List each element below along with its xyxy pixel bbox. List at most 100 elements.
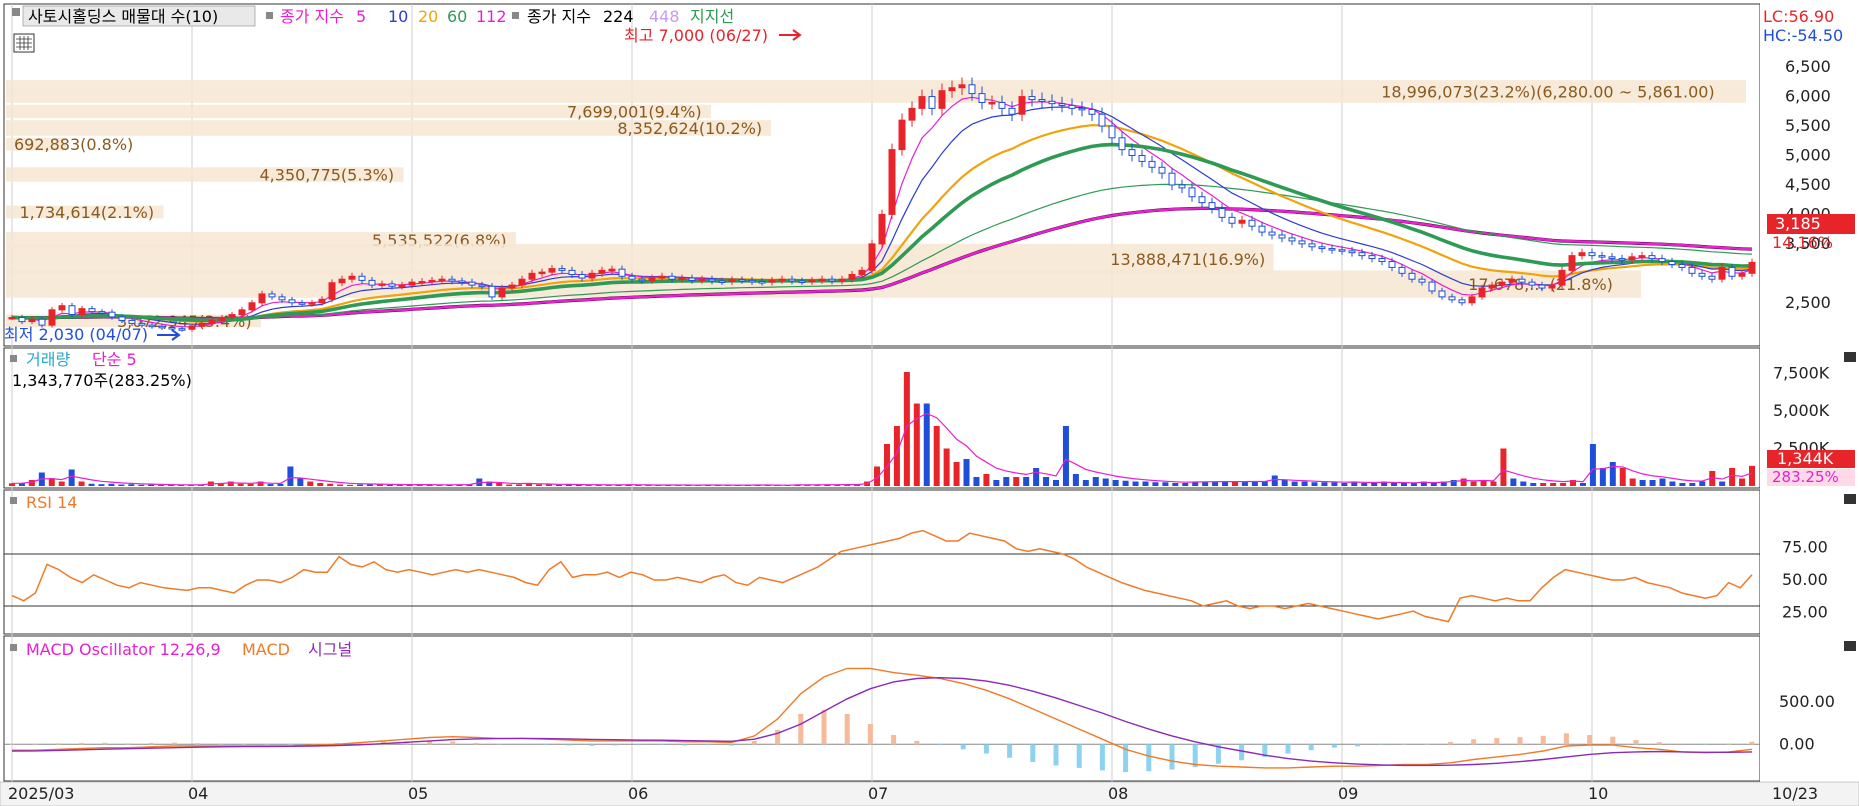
candle-body bbox=[1628, 256, 1636, 261]
candle-body bbox=[748, 279, 756, 283]
candle-body bbox=[1148, 160, 1156, 168]
x-tick-label: 07 bbox=[868, 784, 888, 803]
macd-histogram-bar bbox=[1331, 744, 1337, 748]
legend-ma224: 224 bbox=[603, 7, 634, 26]
candle-body bbox=[288, 299, 296, 304]
macd-histogram-bar bbox=[1517, 737, 1523, 745]
candle-body bbox=[1318, 246, 1326, 250]
candle-body bbox=[208, 319, 216, 324]
volume-bar bbox=[1729, 468, 1736, 486]
candle-body bbox=[158, 325, 166, 329]
candle-body bbox=[1048, 100, 1056, 105]
macd-histogram-bar bbox=[1401, 743, 1407, 745]
candle-body bbox=[448, 278, 456, 282]
candle-body bbox=[1538, 284, 1546, 289]
macd-histogram-bar bbox=[1749, 741, 1755, 745]
candle-body bbox=[438, 278, 446, 282]
candle-body bbox=[528, 272, 536, 280]
candle-body bbox=[278, 296, 286, 301]
candle-body bbox=[18, 316, 26, 323]
volume-bar bbox=[1749, 465, 1755, 486]
volume-bar bbox=[993, 480, 1000, 486]
rsi-tick-label: 50.00 bbox=[1782, 570, 1828, 589]
candle-body bbox=[1688, 266, 1696, 274]
macd-histogram-bar bbox=[1285, 744, 1291, 754]
candle-body bbox=[1618, 258, 1626, 261]
candle-body bbox=[588, 272, 596, 279]
price-tick-label: 6,000 bbox=[1785, 87, 1831, 106]
candle-body bbox=[198, 322, 206, 327]
candle-body bbox=[1598, 255, 1606, 258]
candle-body bbox=[48, 309, 56, 326]
volume-bar bbox=[128, 484, 135, 486]
candle-body bbox=[1568, 255, 1576, 271]
candle-body bbox=[238, 309, 246, 316]
volume-bar bbox=[1053, 480, 1059, 486]
candle-body bbox=[1338, 249, 1346, 252]
candle-body bbox=[508, 284, 516, 289]
rsi-legend-label: RSI 14 bbox=[26, 493, 77, 512]
candle-body bbox=[458, 280, 466, 283]
candle-body bbox=[1658, 258, 1666, 263]
candle-body bbox=[468, 281, 476, 286]
candle-body bbox=[908, 107, 916, 121]
volume-bar bbox=[1341, 483, 1348, 486]
candle-body bbox=[818, 278, 826, 282]
candle-body bbox=[408, 281, 416, 286]
macd-histogram-bar bbox=[171, 742, 177, 745]
legend-ma60: 60 bbox=[447, 7, 467, 26]
legend-bullet-icon bbox=[266, 12, 273, 19]
candle-body bbox=[1548, 284, 1556, 289]
volume-bar bbox=[1082, 480, 1089, 486]
x-tick-label: 09 bbox=[1338, 784, 1358, 803]
candle-body bbox=[988, 101, 996, 105]
candle-body bbox=[1118, 137, 1126, 151]
macd-legend-a: MACD Oscillator 12,26,9 bbox=[26, 640, 221, 659]
macd-histogram-bar bbox=[1308, 744, 1314, 751]
volume-profile-label: 18,996,073(23.2%)(6,280.00 ~ 5,861.00) bbox=[1381, 82, 1714, 101]
candle-body bbox=[118, 316, 126, 321]
volume-bar bbox=[1609, 462, 1616, 486]
candle-body bbox=[348, 275, 356, 280]
volume-bar bbox=[1579, 483, 1586, 486]
volume-bar bbox=[1182, 483, 1189, 486]
macd-histogram-bar bbox=[751, 740, 757, 745]
candle-body bbox=[1508, 278, 1516, 283]
candle-body bbox=[1498, 281, 1506, 286]
rsi-tick-label: 25.00 bbox=[1782, 603, 1828, 622]
hc-label: HC:-54.50 bbox=[1763, 26, 1843, 45]
volume-bar bbox=[347, 484, 354, 486]
legend-toggle-icon[interactable] bbox=[12, 8, 20, 16]
volume-bar bbox=[1112, 480, 1119, 486]
candle-body bbox=[708, 278, 716, 282]
candle-body bbox=[638, 278, 646, 282]
rsi-tick-label: 75.00 bbox=[1782, 538, 1828, 557]
candle-body bbox=[868, 243, 876, 271]
candle-body bbox=[108, 311, 116, 318]
high-marker-label: 최고 7,000 (06/27) bbox=[624, 26, 768, 45]
panel-close-icon[interactable] bbox=[1844, 494, 1856, 504]
volume-bar bbox=[1699, 481, 1706, 486]
candle-body bbox=[358, 275, 366, 281]
candle-body bbox=[478, 284, 486, 288]
macd-histogram-bar bbox=[9, 743, 15, 745]
candle-body bbox=[848, 273, 856, 280]
volume-bar bbox=[1371, 483, 1378, 486]
volume-bar bbox=[1043, 477, 1050, 486]
macd-histogram-bar bbox=[659, 744, 665, 745]
panel-close-icon[interactable] bbox=[1844, 352, 1856, 362]
legend-ma2-prefix: 종가 지수 bbox=[527, 7, 591, 26]
volume-bar bbox=[506, 484, 513, 486]
candle-body bbox=[1198, 196, 1206, 204]
legend-ma20: 20 bbox=[418, 7, 438, 26]
panel-close-icon[interactable] bbox=[1844, 641, 1856, 651]
volume-bar bbox=[1430, 483, 1437, 486]
volume-bar bbox=[1102, 478, 1109, 486]
macd-histogram-bar bbox=[55, 743, 61, 745]
macd-histogram-bar bbox=[1239, 744, 1245, 761]
candle-body bbox=[1638, 255, 1646, 258]
legend-support: 지지선 bbox=[690, 7, 734, 26]
candle-body bbox=[968, 84, 976, 95]
candle-body bbox=[1138, 154, 1146, 162]
candle-body bbox=[1488, 284, 1496, 289]
